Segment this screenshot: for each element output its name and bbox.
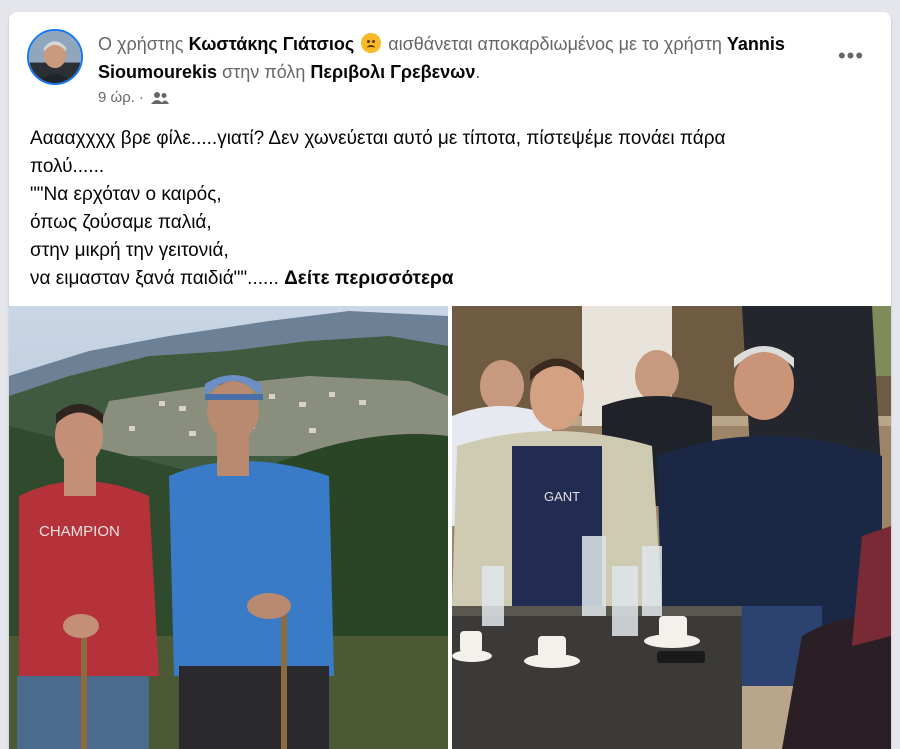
post-text-line: να ειμασταν ξανά παιδιά""...... (30, 268, 279, 289)
shirt-text-right: GANT (544, 489, 580, 504)
location-prefix: στην πόλη (222, 62, 306, 82)
post-text-line-last: να ειμασταν ξανά παιδιά""...... Δείτε πε… (30, 265, 860, 293)
meta-separator: · (138, 89, 144, 106)
post-text-line: Ααααχχχχ βρε φίλε.....γιατί? Δεν χωνεύετ… (30, 128, 726, 149)
author-name-link[interactable]: Κωστάκης Γιάτσιος (189, 34, 355, 54)
post-meta: 9 ώρ. · (98, 89, 169, 106)
author-avatar[interactable] (27, 29, 83, 85)
post-text-line: όπως ζούσαμε παλιά, (30, 212, 212, 233)
friends-icon[interactable] (150, 91, 169, 105)
location-suffix: . (475, 62, 481, 82)
headline-prefix: Ο χρήστης (98, 34, 184, 54)
sad-face-icon (361, 33, 382, 53)
shirt-text-left: CHAMPION (39, 523, 120, 540)
post-text-line: ""Να ερχόταν ο καιρός, (30, 184, 222, 205)
post-header: Ο χρήστης Κωστάκης Γιάτσιος αισθάνεται α… (9, 12, 891, 112)
feeling-text: αισθάνεται αποκαρδιωμένος με το χρήστη (388, 34, 722, 54)
photo-grid: CHAMPION GANT (9, 306, 891, 749)
location-link[interactable]: Περιβολι Γρεβενων (310, 62, 475, 82)
post-text-line: πολύ...... (30, 156, 105, 177)
avatar-image (29, 31, 81, 83)
post-text: Ααααχχχχ βρε φίλε.....γιατί? Δεν χωνεύετ… (30, 125, 860, 293)
more-options-icon[interactable]: ••• (833, 43, 869, 68)
post-timestamp[interactable]: 9 ώρ. (98, 89, 135, 106)
post-text-line: στην μικρή την γειτονιά, (30, 240, 229, 261)
post-headline: Ο χρήστης Κωστάκης Γιάτσιος αισθάνεται α… (98, 30, 838, 86)
feed-post: Ο χρήστης Κωστάκης Γιάτσιος αισθάνεται α… (9, 12, 891, 749)
photo-cafe-friends[interactable]: GANT (452, 306, 891, 749)
photo-mountain-village[interactable]: CHAMPION (9, 306, 448, 749)
see-more-link[interactable]: Δείτε περισσότερα (284, 268, 453, 289)
